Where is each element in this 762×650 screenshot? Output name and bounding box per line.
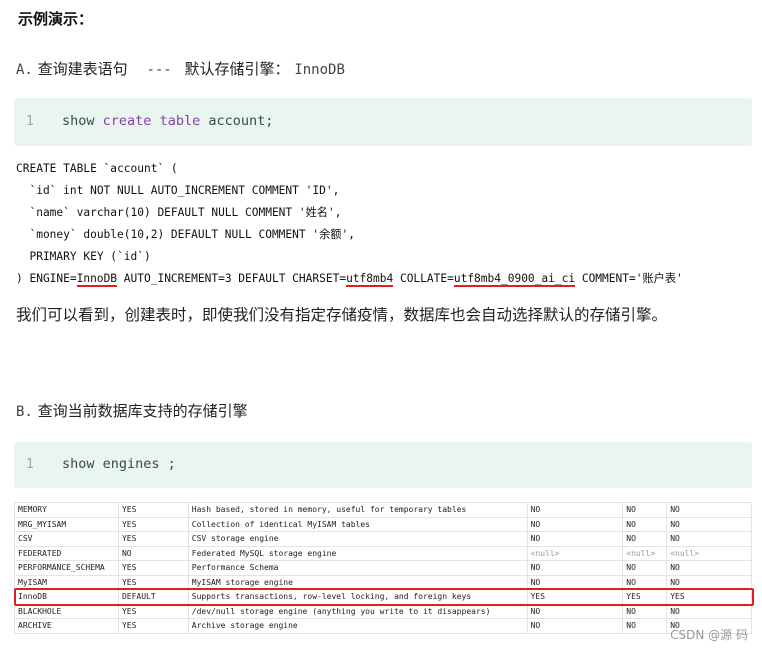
cell-support: YES xyxy=(117,516,189,532)
sql-line-engine: ) ENGINE=InnoDB AUTO_INCREMENT=3 DEFAULT… xyxy=(16,268,683,290)
code-line: show engines ; xyxy=(62,456,176,472)
sql-line: CREATE TABLE `account` ( xyxy=(16,162,178,175)
keyword-show: show xyxy=(62,113,95,129)
cell-transactions: NO xyxy=(526,531,624,547)
cell-xa: NO xyxy=(622,502,668,518)
collate-value-underlined: utf8mb4_0900_ai_ci xyxy=(453,272,576,287)
cell-engine: FEDERATED xyxy=(14,545,119,561)
cell-engine: MRG_MYISAM xyxy=(14,516,119,532)
sql-fragment: COMMENT='账户表' xyxy=(575,272,683,285)
cell-comment: Archive storage engine xyxy=(187,618,528,634)
charset-value-underlined: utf8mb4 xyxy=(346,272,394,287)
line-number: 1 xyxy=(26,457,34,472)
sql-fragment: COLLATE= xyxy=(393,272,454,285)
page-heading: 示例演示： xyxy=(18,10,94,28)
cell-transactions: NO xyxy=(526,618,624,634)
code-block-show-create: 1 show create table account; xyxy=(14,98,752,146)
section-a-letter: A. xyxy=(16,62,33,78)
cell-support: YES xyxy=(117,502,189,518)
cell-transactions: NO xyxy=(526,560,624,576)
cell-xa: NO xyxy=(622,531,668,547)
section-b-letter: B. xyxy=(16,404,33,420)
cell-engine: MEMORY xyxy=(14,502,119,518)
sql-fragment: AUTO_INCREMENT=3 DEFAULT CHARSET= xyxy=(117,272,347,285)
section-a-heading: A. 查询建表语句 --- 默认存储引擎： InnoDB xyxy=(16,58,345,79)
cell-savepoints: NO xyxy=(666,531,752,547)
cell-support: YES xyxy=(117,603,189,619)
keyword-create: create xyxy=(102,113,152,129)
cell-support: YES xyxy=(117,531,189,547)
section-a-dashes: --- xyxy=(146,62,172,78)
cell-xa: NO xyxy=(622,618,668,634)
table-row: ARCHIVE YES Archive storage engine NO NO NO xyxy=(14,618,752,634)
sql-line: `money` double(10,2) DEFAULT NULL COMMEN… xyxy=(16,228,355,241)
cell-xa: NO xyxy=(622,560,668,576)
cell-savepoints: NO xyxy=(666,516,752,532)
section-b-heading: B. 查询当前数据库支持的存储引擎 xyxy=(16,400,248,421)
cell-engine: CSV xyxy=(14,531,119,547)
code-line: show create table account; xyxy=(62,113,273,129)
line-number: 1 xyxy=(26,114,34,129)
cell-savepoints: NO xyxy=(666,560,752,576)
cell-xa: NO xyxy=(622,516,668,532)
table-row: PERFORMANCE_SCHEMA YES Performance Schema N… xyxy=(14,560,752,576)
sql-line: `id` int NOT NULL AUTO_INCREMENT COMMENT… xyxy=(16,184,340,197)
cell-engine: BLACKHOLE xyxy=(14,603,119,619)
explanation-paragraph: 我们可以看到，创建表时，即使我们没有指定存储疫情，数据库也会自动选择默认的存储引… xyxy=(16,306,668,324)
section-a-title: 查询建表语句 xyxy=(37,60,128,78)
code-block-show-engines: 1 show engines ; xyxy=(14,442,752,488)
cell-savepoints: NO xyxy=(666,603,752,619)
watermark: CSDN @源 码 xyxy=(670,628,748,642)
cell-transactions: NO xyxy=(526,502,624,518)
sql-fragment: ) ENGINE= xyxy=(16,272,77,285)
cell-engine: ARCHIVE xyxy=(14,618,119,634)
table-row: BLACKHOLE YES/dev/null storage engine (an… xyxy=(14,603,752,619)
engines-table: MEMORY YES Hash based, stored in memory, u… xyxy=(14,502,752,634)
section-a-engine: InnoDB xyxy=(294,62,345,78)
sql-line: PRIMARY KEY (`id`) xyxy=(16,250,151,263)
code-table-name: account; xyxy=(208,113,274,129)
sql-line: `name` varchar(10) DEFAULT NULL COMMENT … xyxy=(16,206,342,219)
cell-engine: PERFORMANCE_SCHEMA xyxy=(14,560,119,576)
cell-xa: NO xyxy=(622,603,668,619)
section-b-title: 查询当前数据库支持的存储引擎 xyxy=(37,402,248,420)
cell-xa: <null> xyxy=(622,545,668,561)
cell-transactions: NO xyxy=(526,516,624,532)
table-row: MEMORY YES Hash based, stored in memory, u… xyxy=(14,502,752,518)
section-a-subtitle: 默认存储引擎： xyxy=(184,60,290,78)
cell-transactions: <null> xyxy=(526,545,624,561)
cell-comment: CSV storage engine xyxy=(187,531,528,547)
table-row: CSV YES CSV storage engine NO NO NO xyxy=(14,531,752,547)
cell-comment: /dev/null storage engine (anything you w… xyxy=(187,603,528,619)
cell-savepoints: <null> xyxy=(666,545,752,561)
cell-support: YES xyxy=(117,560,189,576)
cell-comment: Hash based, stored in memory, useful for… xyxy=(187,502,528,518)
cell-savepoints: NO xyxy=(666,502,752,518)
cell-support: YES xyxy=(117,618,189,634)
cell-comment: Collection of identical MyISAM tables xyxy=(187,516,528,532)
cell-support: NO xyxy=(117,545,189,561)
cell-transactions: NO xyxy=(526,603,624,619)
table-row: FEDERATED NO Federated MySQL storage engin… xyxy=(14,545,752,561)
keyword-table: table xyxy=(159,113,201,129)
cell-comment: Federated MySQL storage engine xyxy=(187,545,528,561)
cell-comment: Performance Schema xyxy=(187,560,528,576)
engine-value-underlined: InnoDB xyxy=(76,272,118,287)
innodb-row-highlight xyxy=(14,588,754,606)
create-table-output: CREATE TABLE `account` ( `id` int NOT NU… xyxy=(16,158,683,290)
table-row: MRG_MYISAM YES Collection of identical MyI… xyxy=(14,516,752,532)
